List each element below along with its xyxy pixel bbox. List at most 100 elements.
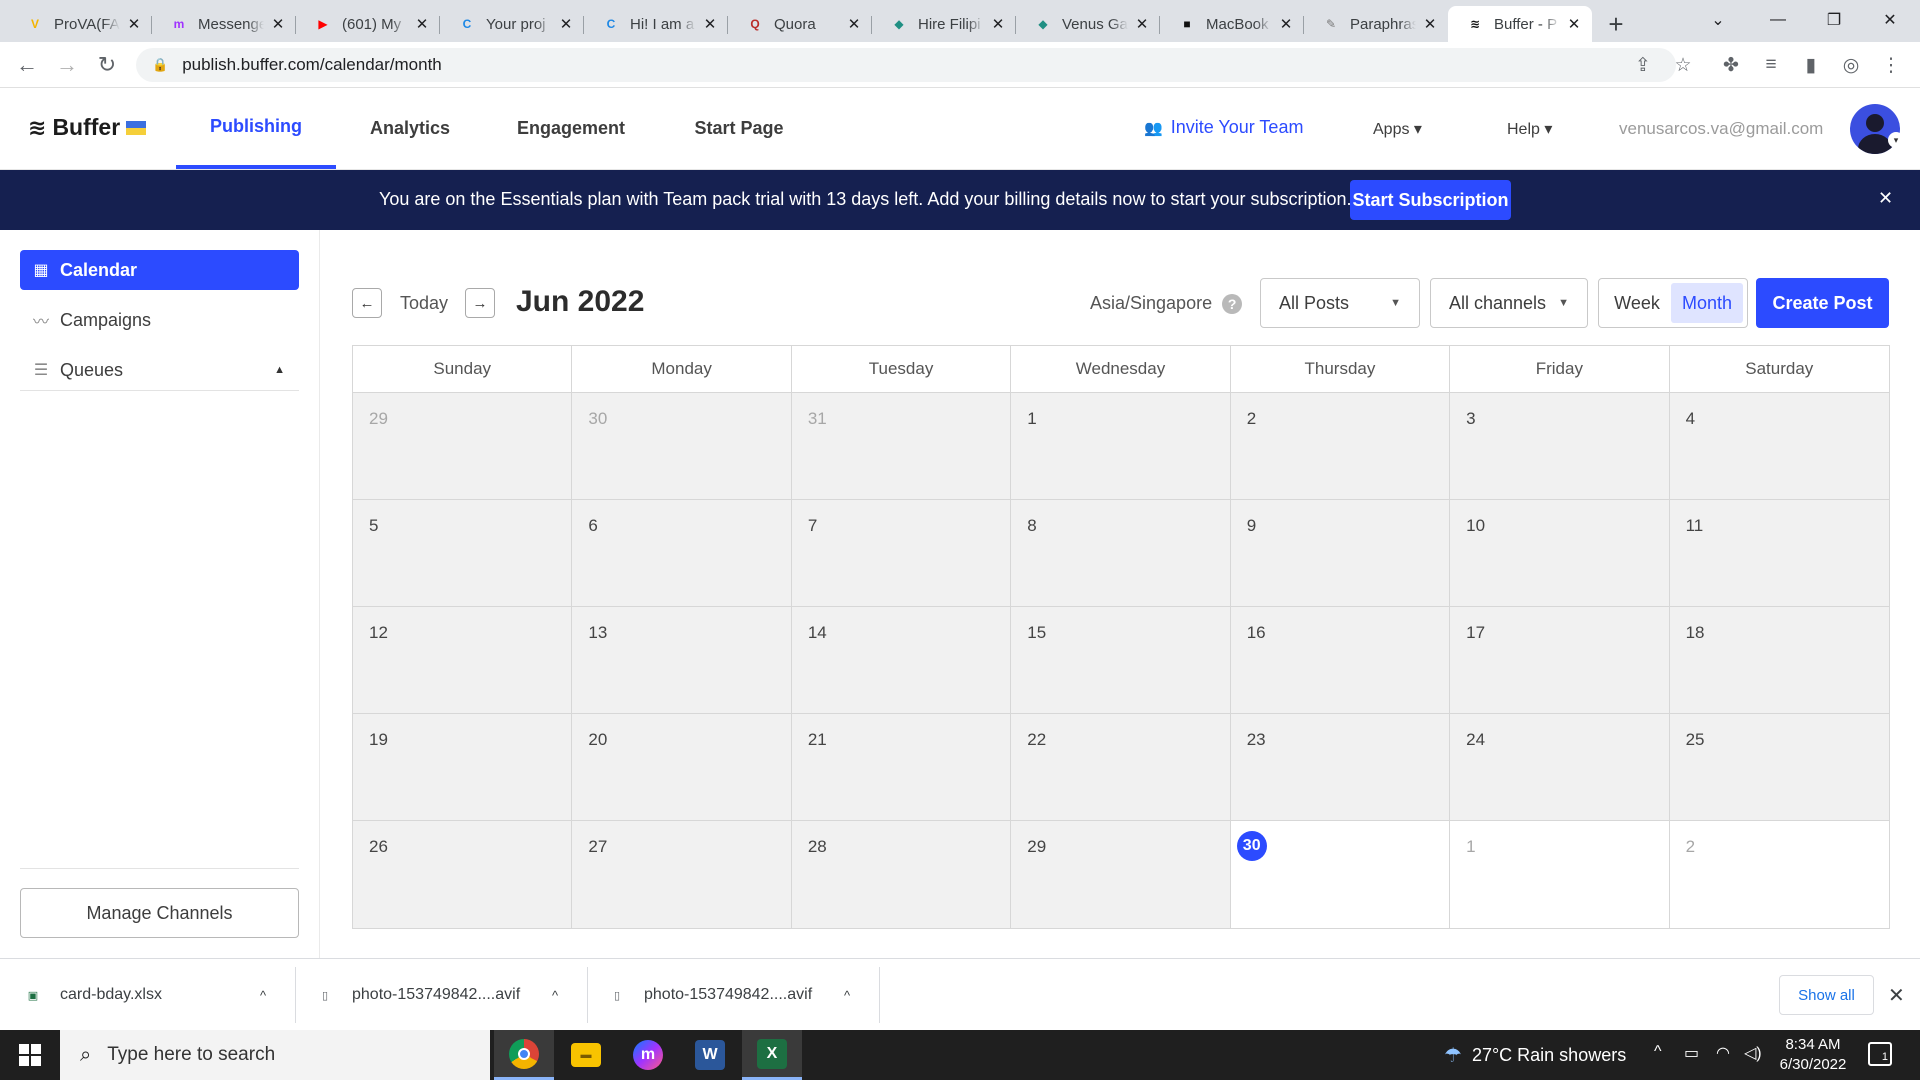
avatar-chevron-down-icon[interactable]: ▾ bbox=[1888, 132, 1904, 148]
excel-taskbar-icon[interactable]: X bbox=[742, 1030, 802, 1080]
calendar-day[interactable]: 23 bbox=[1230, 714, 1451, 821]
calendar-day-today[interactable]: 30 bbox=[1230, 821, 1451, 928]
chrome-taskbar-icon[interactable] bbox=[494, 1030, 554, 1080]
banner-close-icon[interactable]: ✕ bbox=[1878, 188, 1893, 209]
start-subscription-button[interactable]: Start Subscription bbox=[1350, 180, 1511, 220]
nav-analytics[interactable]: Analytics bbox=[350, 88, 470, 169]
media-control-icon[interactable]: ≡ bbox=[1756, 50, 1786, 80]
new-tab-button[interactable]: + bbox=[1598, 6, 1634, 42]
sidebar-item-calendar[interactable]: ▦ Calendar bbox=[20, 250, 299, 290]
download-item[interactable]: ▯ photo-153749842....avif ^ bbox=[608, 959, 868, 1031]
forward-arrow-icon[interactable]: → bbox=[52, 50, 82, 80]
messenger-taskbar-icon[interactable]: m bbox=[618, 1030, 678, 1080]
file-explorer-taskbar-icon[interactable]: ▬ bbox=[556, 1030, 616, 1080]
posts-filter-dropdown[interactable]: All Posts ▼ bbox=[1260, 278, 1420, 328]
calendar-day[interactable]: 1 bbox=[1450, 821, 1670, 928]
calendar-day[interactable]: 22 bbox=[1011, 714, 1231, 821]
sidebar-item-queues[interactable]: ☰ Queues ▲ bbox=[20, 350, 299, 390]
volume-icon[interactable]: ◁) bbox=[1744, 1043, 1762, 1063]
manage-channels-button[interactable]: Manage Channels bbox=[20, 888, 299, 938]
tab-search-chevron-icon[interactable]: ⌄ bbox=[1690, 0, 1746, 40]
close-tab-icon[interactable]: ✕ bbox=[1566, 15, 1582, 33]
invite-team-link[interactable]: 👥 Invite Your Team bbox=[1144, 117, 1303, 138]
close-icon[interactable]: ✕ bbox=[1888, 983, 1905, 1008]
browser-tab[interactable]: ◆ Hire Filipi ✕ bbox=[872, 6, 1016, 42]
restore-button[interactable]: ❐ bbox=[1806, 0, 1862, 40]
close-tab-icon[interactable]: ✕ bbox=[702, 15, 718, 33]
calendar-day[interactable]: 8 bbox=[1011, 500, 1231, 607]
nav-engagement[interactable]: Engagement bbox=[500, 88, 642, 169]
minimize-button[interactable]: — bbox=[1750, 0, 1806, 40]
create-post-button[interactable]: Create Post bbox=[1756, 278, 1889, 328]
calendar-day[interactable]: 21 bbox=[791, 714, 1012, 821]
close-tab-icon[interactable]: ✕ bbox=[990, 15, 1006, 33]
notification-center-icon[interactable]: 1 bbox=[1868, 1042, 1892, 1066]
close-tab-icon[interactable]: ✕ bbox=[270, 15, 286, 33]
calendar-day[interactable]: 27 bbox=[572, 821, 792, 928]
calendar-day[interactable]: 1 bbox=[1011, 393, 1231, 500]
browser-tab[interactable]: Q Quora ✕ bbox=[728, 6, 872, 42]
close-window-button[interactable]: ✕ bbox=[1862, 0, 1918, 40]
browser-tab[interactable]: ■ MacBook ✕ bbox=[1160, 6, 1304, 42]
show-all-downloads-button[interactable]: Show all bbox=[1779, 975, 1874, 1015]
nav-start-page[interactable]: Start Page bbox=[672, 88, 806, 169]
download-item[interactable]: ▯ photo-153749842....avif ^ bbox=[316, 959, 576, 1031]
calendar-day[interactable]: 2 bbox=[1669, 821, 1889, 928]
calendar-day[interactable]: 19 bbox=[353, 714, 573, 821]
channels-filter-dropdown[interactable]: All channels ▼ bbox=[1430, 278, 1588, 328]
more-menu-icon[interactable]: ⋮ bbox=[1876, 50, 1906, 80]
bookmark-star-icon[interactable]: ☆ bbox=[1668, 50, 1698, 80]
browser-tab[interactable]: C Your proj ✕ bbox=[440, 6, 584, 42]
download-item[interactable]: ▣ card-bday.xlsx ^ bbox=[24, 959, 284, 1031]
calendar-day[interactable]: 29 bbox=[1011, 821, 1231, 928]
close-tab-icon[interactable]: ✕ bbox=[126, 15, 142, 33]
calendar-day[interactable]: 13 bbox=[572, 607, 792, 714]
calendar-day[interactable]: 26 bbox=[353, 821, 573, 928]
calendar-day[interactable]: 14 bbox=[791, 607, 1012, 714]
system-clock[interactable]: 8:34 AM 6/30/2022 bbox=[1770, 1035, 1856, 1075]
close-tab-icon[interactable]: ✕ bbox=[414, 15, 430, 33]
taskbar-search-input[interactable]: ⌕ Type here to search bbox=[60, 1030, 490, 1080]
browser-tab[interactable]: ✎ Paraphras ✕ bbox=[1304, 6, 1448, 42]
calendar-day[interactable]: 16 bbox=[1230, 607, 1451, 714]
browser-tab[interactable]: V ProVA(FA ✕ bbox=[8, 6, 152, 42]
close-tab-icon[interactable]: ✕ bbox=[1422, 15, 1438, 33]
view-month-button[interactable]: Month bbox=[1671, 283, 1743, 323]
calendar-day[interactable]: 9 bbox=[1230, 500, 1451, 607]
calendar-day[interactable]: 25 bbox=[1669, 714, 1889, 821]
apps-menu[interactable]: Apps ▾ bbox=[1373, 119, 1422, 139]
battery-icon[interactable]: ▭ bbox=[1684, 1043, 1699, 1063]
chevron-up-icon[interactable]: ^ bbox=[260, 988, 266, 1003]
calendar-day[interactable]: 17 bbox=[1450, 607, 1670, 714]
prev-month-arrow-icon[interactable]: ← bbox=[352, 288, 382, 318]
calendar-day[interactable]: 6 bbox=[572, 500, 792, 607]
calendar-day[interactable]: 12 bbox=[353, 607, 573, 714]
calendar-day[interactable]: 4 bbox=[1669, 393, 1889, 500]
calendar-day[interactable]: 29 bbox=[353, 393, 573, 500]
help-menu[interactable]: Help ▾ bbox=[1507, 119, 1552, 139]
calendar-day[interactable]: 7 bbox=[791, 500, 1012, 607]
chevron-up-icon[interactable]: ^ bbox=[844, 988, 850, 1003]
word-taskbar-icon[interactable]: W bbox=[680, 1030, 740, 1080]
chevron-up-icon[interactable]: ^ bbox=[1654, 1043, 1662, 1061]
close-tab-icon[interactable]: ✕ bbox=[846, 15, 862, 33]
back-arrow-icon[interactable]: ← bbox=[12, 50, 42, 80]
reload-icon[interactable]: ↻ bbox=[92, 50, 122, 80]
address-bar[interactable]: 🔒 publish.buffer.com/calendar/month bbox=[136, 48, 1676, 82]
side-panel-icon[interactable]: ▮ bbox=[1796, 50, 1826, 80]
weather-widget[interactable]: ☂ 27°C Rain showers bbox=[1444, 1043, 1626, 1068]
sidebar-item-campaigns[interactable]: 〰 Campaigns bbox=[20, 300, 299, 340]
calendar-day[interactable]: 10 bbox=[1450, 500, 1670, 607]
calendar-day[interactable]: 11 bbox=[1669, 500, 1889, 607]
browser-tab[interactable]: m Messenger ✕ bbox=[152, 6, 296, 42]
calendar-day[interactable]: 28 bbox=[791, 821, 1012, 928]
calendar-day[interactable]: 18 bbox=[1669, 607, 1889, 714]
nav-publishing[interactable]: Publishing bbox=[176, 88, 336, 169]
share-icon[interactable]: ⇪ bbox=[1628, 50, 1658, 80]
close-tab-icon[interactable]: ✕ bbox=[558, 15, 574, 33]
windows-start-icon[interactable] bbox=[0, 1030, 60, 1080]
wifi-icon[interactable]: ◠ bbox=[1716, 1043, 1730, 1063]
extensions-puzzle-icon[interactable]: ✤ bbox=[1716, 50, 1746, 80]
calendar-day[interactable]: 24 bbox=[1450, 714, 1670, 821]
browser-tab[interactable]: ▶ (601) My ✕ bbox=[296, 6, 440, 42]
